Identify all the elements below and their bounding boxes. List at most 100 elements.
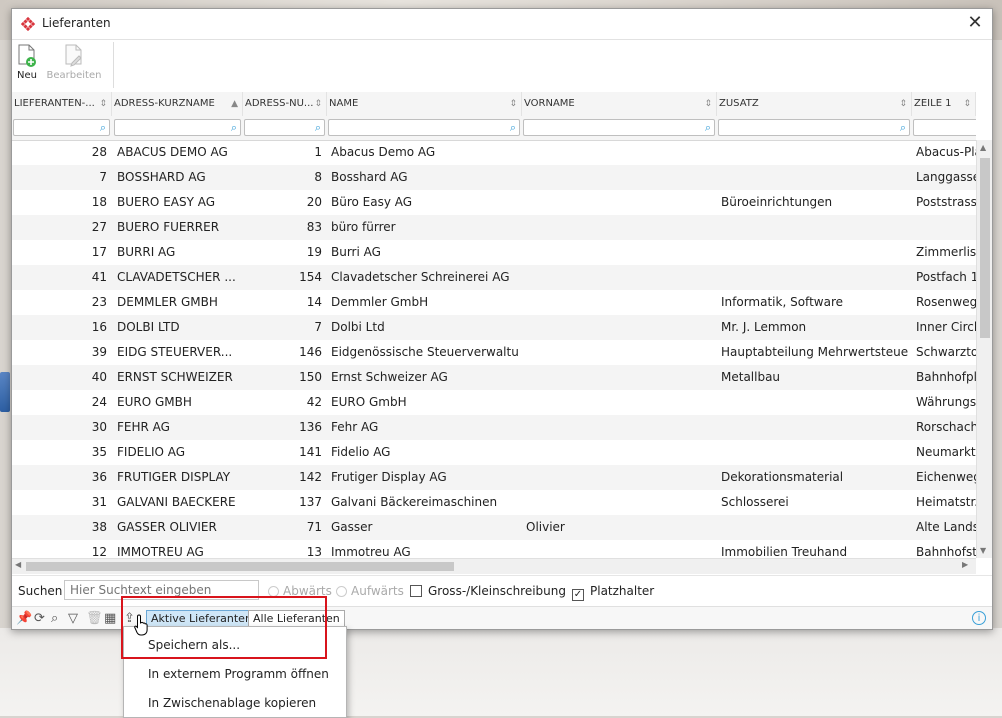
search-down-radio[interactable]: Abwärts <box>268 584 332 598</box>
cell-adress-nummer: 7 <box>314 320 322 334</box>
search-icon[interactable]: ⌕ <box>51 611 58 626</box>
column-header-adress-nummer[interactable]: ADRESS-NU... ⇕ <box>243 92 327 116</box>
scroll-left-icon[interactable]: ◀ <box>15 560 21 569</box>
cell-lieferanten-nr: 30 <box>91 420 107 434</box>
cell-adress-kurzname: BUERO EASY AG <box>117 195 216 209</box>
table-row[interactable]: 24 EURO GMBH 42 EURO GmbH Währungss <box>12 390 976 415</box>
cell-zeile1: Zimmerlist <box>916 245 976 259</box>
cell-zusatz <box>721 265 909 290</box>
filter-input-vorname[interactable]: ⌕ <box>523 119 715 136</box>
cell-lieferanten-nr: 27 <box>91 220 107 234</box>
table-row[interactable]: 17 BURRI AG 19 Burri AG Zimmerlist <box>12 240 976 265</box>
case-sensitive-checkbox[interactable]: Gross-/Kleinschreibung <box>410 584 566 598</box>
cell-zeile1 <box>916 215 976 240</box>
sort-icon: ⇕ <box>99 99 107 109</box>
filter-input-lieferanten[interactable]: ⌕ <box>13 119 110 136</box>
table-row[interactable]: 36 FRUTIGER DISPLAY 142 Frutiger Display AG… <box>12 465 976 490</box>
menu-item-copy-clipboard[interactable]: In Zwischenablage kopieren <box>124 689 346 717</box>
filter-input-zeile1[interactable] <box>913 119 976 136</box>
table-row[interactable]: 39 EIDG STEUERVER... 146 Eidgenössische Ste… <box>12 340 976 365</box>
menu-item-open-external[interactable]: In externem Programm öffnen <box>124 660 346 688</box>
cell-zeile1: Postfach 14 <box>916 270 976 284</box>
horizontal-scrollbar[interactable]: ◀ ▶ <box>12 558 976 574</box>
table-row[interactable]: 16 DOLBI LTD 7 Dolbi Ltd Mr. J. Lemmon Inner … <box>12 315 976 340</box>
search-icon: ⌕ <box>509 121 516 134</box>
cell-vorname <box>526 465 714 490</box>
search-icon: ⌕ <box>314 121 321 134</box>
desktop-shortcut-icon[interactable] <box>0 372 10 412</box>
tab-all-suppliers[interactable]: Alle Lieferanten <box>248 610 345 627</box>
cell-adress-kurzname: DOLBI LTD <box>117 320 180 334</box>
cell-name: Immotreu AG <box>331 545 411 558</box>
edit-button-label: Bearbeiten <box>46 70 102 81</box>
cell-lieferanten-nr: 17 <box>91 245 107 259</box>
sort-icon: ⇕ <box>963 99 971 109</box>
table-row[interactable]: 27 BUERO FUERRER 83 büro fürrer <box>12 215 976 240</box>
cell-zeile1: Eichenweg <box>916 470 976 484</box>
new-button[interactable]: Neu <box>16 44 38 81</box>
cell-zusatz: Hauptabteilung Mehrwertsteuer <box>721 345 909 359</box>
table-row[interactable]: 18 BUERO EASY AG 20 Büro Easy AG Büroeinrich… <box>12 190 976 215</box>
column-header-zusatz[interactable]: ZUSATZ ⇕ <box>717 92 912 116</box>
cell-zusatz: Dekorationsmaterial <box>721 470 844 484</box>
cell-vorname <box>526 215 714 240</box>
filter-input-name[interactable]: ⌕ <box>328 119 520 136</box>
menu-item-save-as[interactable]: Speichern als... <box>124 631 346 659</box>
table-row[interactable]: 40 ERNST SCHWEIZER 150 Ernst Schweizer AG Me… <box>12 365 976 390</box>
column-header-adress-kurzname[interactable]: ADRESS-KURZNAME ▲ <box>112 92 243 116</box>
filter-input-zusatz[interactable]: ⌕ <box>718 119 910 136</box>
edit-button[interactable]: Bearbeiten <box>46 44 102 81</box>
vertical-scroll-thumb[interactable] <box>980 158 990 338</box>
scroll-right-icon[interactable]: ▶ <box>962 560 968 569</box>
close-icon[interactable]: ✕ <box>958 9 992 39</box>
filter-input-adress-kurzname[interactable]: ⌕ <box>114 119 241 136</box>
table-row[interactable]: 28 ABACUS DEMO AG 1 Abacus Demo AG Abacus-Pl… <box>12 140 976 165</box>
cell-zeile1: Abacus-Pla <box>916 145 976 159</box>
cell-adress-kurzname: CLAVADETSCHER ... <box>117 270 236 284</box>
column-header-vorname[interactable]: VORNAME ⇕ <box>522 92 717 116</box>
delete-icon[interactable]: 🗑 <box>86 611 103 626</box>
pin-icon[interactable]: 📌 <box>16 611 32 626</box>
filter-input-adress-nummer[interactable]: ⌕ <box>244 119 325 136</box>
filter-row: ⌕ ⌕ ⌕ ⌕ ⌕ ⌕ <box>12 116 976 141</box>
search-up-radio[interactable]: Aufwärts <box>336 584 404 598</box>
scroll-down-icon[interactable]: ▼ <box>980 546 986 555</box>
table-row[interactable]: 38 GASSER OLIVIER 71 Gasser Olivier Alte Land… <box>12 515 976 540</box>
scroll-up-icon[interactable]: ▲ <box>980 143 986 152</box>
cell-zeile1: Poststrass <box>916 195 976 209</box>
search-input[interactable] <box>64 580 259 600</box>
horizontal-scroll-thumb[interactable] <box>26 562 454 571</box>
cell-adress-nummer: 20 <box>306 195 322 209</box>
cell-vorname <box>526 240 714 265</box>
column-header-zeile1[interactable]: ZEILE 1 ⇕ <box>912 92 976 116</box>
refresh-icon[interactable]: ⟳ <box>34 611 45 626</box>
cell-vorname <box>526 365 714 390</box>
table-icon[interactable]: ▦ <box>104 611 116 626</box>
cell-lieferanten-nr: 18 <box>91 195 107 209</box>
column-header-name[interactable]: NAME ⇕ <box>327 92 522 116</box>
cell-zeile1: Währungss <box>916 395 976 409</box>
cell-adress-nummer: 13 <box>306 545 322 558</box>
wildcard-checkbox[interactable]: ✓ Platzhalter <box>572 584 654 601</box>
sort-icon: ⇕ <box>509 99 517 109</box>
column-header-lieferanten[interactable]: LIEFERANTEN-... ⇕ <box>12 92 112 116</box>
tab-active-suppliers[interactable]: Aktive Lieferanten <box>146 610 257 627</box>
vertical-scrollbar[interactable]: ▲ ▼ <box>976 140 992 558</box>
cell-adress-kurzname: EIDG STEUERVER... <box>117 345 233 359</box>
cell-name: Fehr AG <box>331 420 379 434</box>
table-row[interactable]: 7 BOSSHARD AG 8 Bosshard AG Langgasse <box>12 165 976 190</box>
cell-lieferanten-nr: 35 <box>91 445 107 459</box>
cell-adress-nummer: 141 <box>299 445 322 459</box>
toolbar-separator <box>113 42 114 88</box>
table-row[interactable]: 35 FIDELIO AG 141 Fidelio AG Neumarkt 4 <box>12 440 976 465</box>
cell-vorname <box>526 490 714 515</box>
table-row[interactable]: 30 FEHR AG 136 Fehr AG Rorschach <box>12 415 976 440</box>
table-row[interactable]: 41 CLAVADETSCHER ... 154 Clavadetscher Schr… <box>12 265 976 290</box>
filter-icon[interactable]: ▽ <box>68 611 78 626</box>
cell-adress-nummer: 146 <box>299 345 322 359</box>
table-row[interactable]: 23 DEMMLER GMBH 14 Demmler GmbH Informatik, … <box>12 290 976 315</box>
info-icon[interactable]: i <box>972 611 986 625</box>
cell-adress-kurzname: EURO GMBH <box>117 395 192 409</box>
table-row[interactable]: 31 GALVANI BAECKERE 137 Galvani Bäckereimas… <box>12 490 976 515</box>
table-row[interactable]: 12 IMMOTREU AG 13 Immotreu AG Immobilien Tre… <box>12 540 976 558</box>
